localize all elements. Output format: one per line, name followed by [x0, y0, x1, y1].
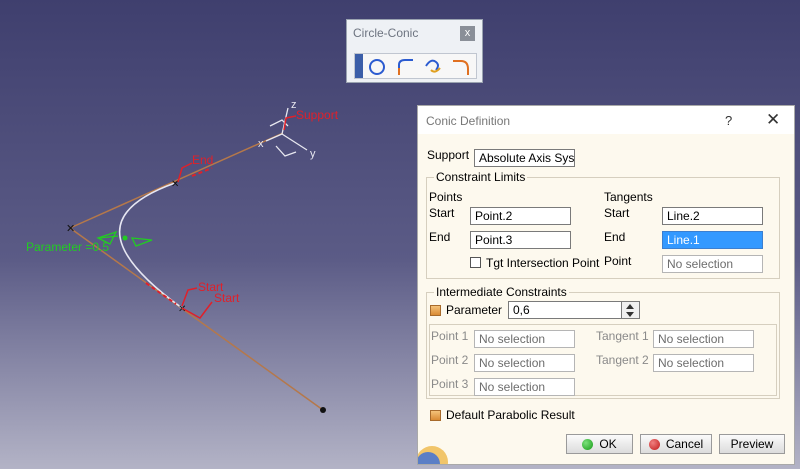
start-point-field[interactable]: Point.2: [470, 207, 571, 225]
default-parabolic-label: Default Parabolic Result: [446, 408, 575, 422]
start-tangent-label: Start: [604, 206, 630, 220]
ok-icon: [582, 438, 594, 450]
axis-y-label: y: [310, 148, 316, 160]
parameter-label: Parameter =0.5: [26, 240, 109, 254]
parameter-label: Parameter: [446, 303, 503, 317]
tangent1-label: Tangent 1: [596, 329, 649, 343]
conic-tool-icon: [453, 60, 469, 75]
toolbar-title: Circle-Conic: [353, 26, 419, 40]
point3-label: Point 3: [431, 377, 469, 391]
point1-label: Point 1: [431, 329, 469, 343]
start-leader-2: [181, 301, 213, 319]
preview-button-label: Preview: [730, 437, 774, 451]
tangent2-field[interactable]: No selection: [653, 354, 754, 372]
cancel-icon: [648, 438, 660, 450]
point2-label: Point 2: [431, 353, 469, 367]
line-end-point[interactable]: [320, 407, 326, 413]
parameter-point[interactable]: [122, 235, 128, 241]
support-label: Support: [427, 148, 470, 162]
support-leader: [283, 115, 297, 131]
axis-x-label: x: [258, 138, 264, 150]
circle-tool-button[interactable]: [363, 54, 391, 78]
point2-field[interactable]: No selection: [474, 354, 575, 372]
cancel-button[interactable]: Cancel: [640, 434, 712, 454]
ok-button[interactable]: OK: [566, 434, 633, 454]
parameter-spinner: 0,6: [508, 301, 640, 319]
connect-curve-tool-button[interactable]: [419, 54, 447, 78]
point3-field[interactable]: No selection: [474, 378, 575, 396]
corner-tool-button[interactable]: [391, 54, 419, 78]
dialog-close-button[interactable]: ✕: [766, 110, 780, 130]
end-tangent-label: End: [604, 230, 626, 244]
toolbar-grip[interactable]: [355, 54, 363, 78]
conic-definition-dialog: Conic Definition ? ✕ Support Absolute Ax…: [417, 105, 795, 465]
start-label-2: Start: [214, 291, 240, 305]
application-logo-icon: [418, 446, 448, 464]
constraint-limits-title: Constraint Limits: [434, 170, 528, 184]
intermediate-constraints-title: Intermediate Constraints: [434, 285, 569, 299]
parameter-spin-buttons[interactable]: [622, 301, 640, 319]
parameter-input[interactable]: 0,6: [508, 301, 622, 319]
end-tangent-field[interactable]: Line.1: [662, 231, 763, 249]
tgt-intersection-label: Tgt Intersection Point: [486, 256, 600, 270]
end-point-label: End: [429, 230, 451, 244]
connect-curve-tool-icon: [425, 59, 441, 73]
tangent-point-field[interactable]: No selection: [662, 255, 763, 273]
circle-conic-toolbar: Circle-Conic x: [346, 19, 483, 83]
point1-field[interactable]: No selection: [474, 330, 575, 348]
support-field[interactable]: Absolute Axis Syste: [474, 149, 575, 167]
start-point-label: Start: [429, 206, 455, 220]
parameter-checkbox[interactable]: [430, 305, 441, 316]
tgt-intersection-checkbox[interactable]: [470, 257, 481, 268]
tangents-header: Tangents: [604, 190, 653, 204]
end-label: End: [192, 153, 213, 167]
points-header: Points: [429, 190, 463, 204]
end-point-field[interactable]: Point.3: [470, 231, 571, 249]
default-parabolic-checkbox[interactable]: [430, 410, 441, 421]
toolbar-close-button[interactable]: x: [460, 26, 475, 41]
spin-up-icon[interactable]: [622, 302, 638, 310]
start-tangent-field[interactable]: Line.2: [662, 207, 763, 225]
preview-button[interactable]: Preview: [719, 434, 785, 454]
tangent1-field[interactable]: No selection: [653, 330, 754, 348]
help-button[interactable]: ?: [725, 113, 732, 128]
dialog-titlebar[interactable]: Conic Definition ? ✕: [418, 106, 794, 134]
ok-button-label: OK: [599, 437, 617, 451]
intersection-point-marker[interactable]: ✕: [66, 223, 75, 235]
dialog-title: Conic Definition: [426, 114, 511, 128]
corner-tool-icon: [398, 59, 413, 75]
cancel-button-label: Cancel: [665, 437, 704, 451]
tangent-point-label: Point: [604, 254, 632, 268]
support-label: Support: [296, 108, 339, 122]
spin-down-icon[interactable]: [622, 311, 638, 319]
tangent-line-start[interactable]: [69, 227, 324, 411]
circle-tool-icon: [369, 59, 385, 75]
conic-tool-button[interactable]: [447, 54, 475, 78]
tangent2-label: Tangent 2: [596, 353, 649, 367]
toolbar-button-row: [354, 53, 477, 79]
parameter-arrow-right-icon[interactable]: [130, 237, 153, 247]
